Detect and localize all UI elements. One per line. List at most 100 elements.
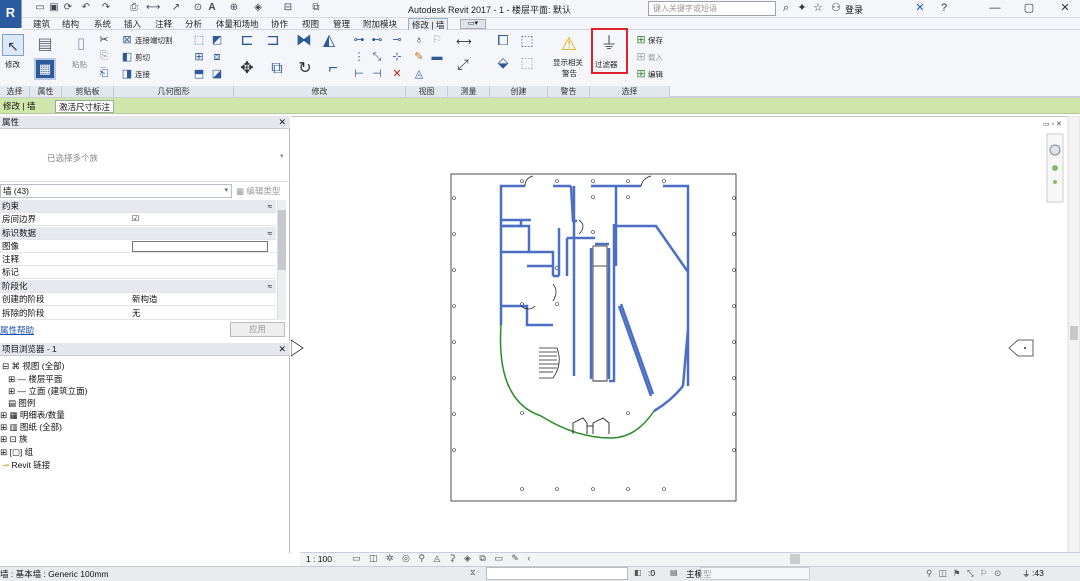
copy-element-icon[interactable]: ⧉ (270, 61, 284, 77)
close-hidden-icon[interactable]: ⊟ (282, 2, 294, 14)
warning-icon[interactable]: ⚠ (558, 34, 580, 54)
split-face-icon[interactable]: ⬚ (192, 34, 206, 47)
section-identity[interactable]: 标识数据 ≈ (0, 227, 276, 240)
collapse-icon[interactable]: ≈ (267, 227, 272, 239)
properties-icon[interactable]: ▦ (34, 58, 56, 80)
wall-joins-icon[interactable]: ⊞ (192, 51, 206, 64)
view-control-icons[interactable]: ▭ ◫ ✲ ◎ ⚲ ◬ ⚳ ◈ ⧉ ▭ ✎ ‹ (352, 553, 533, 564)
browser-close-icon[interactable]: ✕ (278, 343, 286, 356)
cut-geometry-icon[interactable]: ◧ (120, 51, 134, 64)
user-icon[interactable]: ⚇ (830, 2, 842, 14)
login-button[interactable]: 登录 (845, 3, 863, 16)
override-icon[interactable]: ⚐ (430, 34, 444, 47)
revit-logo-icon[interactable]: R (0, 0, 22, 28)
measure-icon[interactable]: ⟷ (146, 2, 160, 14)
view-graphics-icon[interactable]: ▬ (430, 51, 444, 64)
print-icon[interactable]: ⎙ (128, 2, 140, 14)
dimension-icon[interactable]: ↗ (170, 2, 182, 14)
save-selection-icon[interactable]: ⊞ (634, 34, 648, 47)
context-tab-modify-wall[interactable]: 修改 | 墙 (0, 100, 38, 113)
chevron-down-icon[interactable]: ▾ (224, 185, 228, 197)
tree-item-floor-plans[interactable]: ⊞ — 楼层平面 (8, 373, 62, 385)
phase-created-value[interactable]: 新构造 (132, 293, 158, 305)
load-selection-label[interactable]: 载入 (648, 53, 663, 63)
tab-manage[interactable]: 管理 (333, 18, 350, 30)
exchange-icon[interactable]: ✕ (914, 2, 926, 14)
redo-icon[interactable]: ↷ (100, 2, 112, 14)
delete-icon[interactable]: ✕ (390, 68, 404, 81)
tree-item-families[interactable]: ⊞ ⊡ 族 (0, 433, 28, 445)
tree-item-revit-links[interactable]: ⊸ Revit 链接 (2, 459, 50, 471)
floor-plan-drawing[interactable]: ▭ ▫ ✕ (290, 115, 1080, 554)
type-selector-chevron-icon[interactable]: ▾ (280, 152, 284, 160)
tab-insert[interactable]: 插入 (124, 18, 141, 30)
offset-icon[interactable]: ⊐ (266, 33, 280, 49)
join-label[interactable]: 连接 (135, 70, 150, 80)
tab-annotate[interactable]: 注释 (155, 18, 172, 30)
paste-label[interactable]: 粘贴 (72, 60, 87, 70)
design-option-dropdown[interactable] (700, 567, 810, 580)
tree-expand-icon[interactable]: ⊟ (2, 361, 9, 371)
create-assembly-icon[interactable]: ⧠ (496, 33, 510, 47)
tab-massing[interactable]: 体量和场地 (216, 18, 259, 30)
open-icon[interactable]: ▭ (34, 2, 46, 14)
linework-icon[interactable]: ✎ (412, 51, 426, 64)
modify-cursor-icon[interactable]: ↖ (2, 34, 24, 56)
phase-demolished-value[interactable]: 无 (132, 307, 141, 319)
create-similar-icon[interactable]: ⬚ (520, 33, 534, 47)
search-input[interactable]: 键入关键字或短语 (648, 1, 776, 16)
apply-button[interactable]: 应用 (230, 322, 285, 337)
split-icon[interactable]: ⊶ (352, 34, 366, 47)
paint-icon[interactable]: ◩ (210, 34, 224, 47)
measure-distance-icon[interactable]: ⟷ (456, 36, 472, 49)
mirror-draw-icon[interactable]: ◭ (322, 33, 336, 49)
cut-label[interactable]: 剪切 (135, 53, 150, 63)
tab-collaborate[interactable]: 协作 (271, 18, 288, 30)
tree-item-legends[interactable]: ▤ 图例 (8, 397, 35, 409)
switch-windows-icon[interactable]: ⧉ (310, 2, 322, 14)
type-properties-icon[interactable]: ▤ (34, 34, 56, 56)
display-warnings-label[interactable]: 显示相关 (553, 58, 583, 68)
tag-icon[interactable]: ⊙ (192, 2, 204, 14)
minimize-button[interactable]: — (982, 1, 1008, 16)
remove-paint-icon[interactable]: ◪ (210, 68, 224, 81)
filter-status-icon[interactable]: ⏚ (1022, 568, 1031, 580)
type-selector[interactable]: 已选择多个族 ▾ (0, 130, 290, 182)
worksets-icon[interactable]: ⧖ (470, 568, 476, 578)
tree-expand-icon[interactable]: ⊞ (0, 447, 7, 457)
scale-icon[interactable]: ⤡ (370, 51, 384, 64)
image-field[interactable] (132, 241, 268, 252)
star-icon[interactable]: ☆ (812, 2, 824, 14)
edit-selection-label[interactable]: 编辑 (648, 70, 663, 80)
workset-dropdown[interactable] (486, 567, 628, 580)
tab-modify-wall[interactable]: 修改 | 墙 (408, 18, 449, 30)
join-icon[interactable]: ◨ (120, 68, 134, 81)
tree-expand-icon[interactable]: ⊞ (0, 410, 7, 420)
tree-expand-icon[interactable]: ⊞ (0, 422, 7, 432)
properties-scrollbar[interactable] (277, 200, 286, 320)
tree-item-elevations[interactable]: ⊞ — 立面 (建筑立面) (8, 385, 87, 397)
trim-extend-icon[interactable]: ⌐ (326, 61, 340, 77)
sync-icon[interactable]: ⟳ (62, 2, 74, 14)
tree-expand-icon[interactable]: ⊞ (0, 434, 7, 444)
ribbon-toggle-icon[interactable]: ▭▾ (460, 19, 486, 29)
copy-icon[interactable]: ⎘ (97, 50, 111, 63)
instance-filter-dropdown[interactable]: 墙 (43) ▾ (0, 184, 232, 198)
section-icon[interactable]: ◈ (252, 2, 264, 14)
align-icon[interactable]: ⊏ (240, 33, 254, 49)
unjoin-icon[interactable]: ⬒ (192, 68, 206, 81)
drawing-canvas[interactable]: ▭ ▫ ✕ (290, 115, 1080, 554)
split-gap-icon[interactable]: ⊷ (370, 34, 384, 47)
connect-cut-label[interactable]: 连接端切割 (135, 36, 173, 46)
section-phasing[interactable]: 阶段化 ≈ (0, 280, 276, 293)
tree-item-schedules[interactable]: ⊞ ▦ 明细表/数量 (0, 409, 65, 421)
tab-structure[interactable]: 结构 (62, 18, 79, 30)
hide-bulb-icon[interactable]: ♁ (412, 34, 426, 47)
create-group-icon[interactable]: ⬚ (520, 55, 534, 69)
save-selection-label[interactable]: 保存 (648, 36, 663, 46)
filter-funnel-icon[interactable]: ⏚ (598, 34, 620, 54)
panel-label-select[interactable]: 选择 (0, 86, 30, 97)
paste-icon[interactable]: ▯ (72, 34, 90, 54)
tab-view[interactable]: 视图 (302, 18, 319, 30)
binoculars-icon[interactable]: ⌕ (780, 2, 792, 14)
